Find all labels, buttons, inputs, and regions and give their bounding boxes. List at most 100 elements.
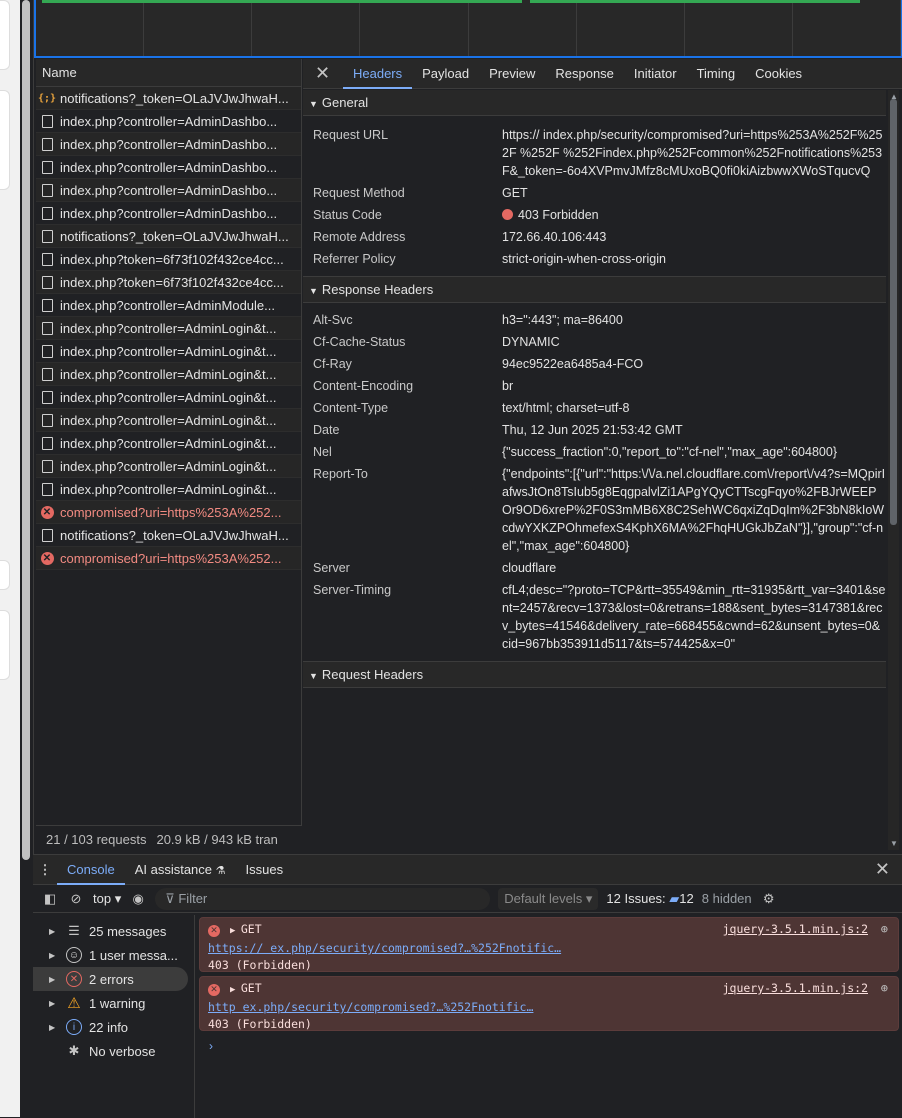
request-row[interactable]: index.php?token=6f73f102f432ce4cc...: [36, 271, 301, 294]
request-row[interactable]: index.php?controller=AdminLogin&t...: [36, 478, 301, 501]
scroll-down-icon[interactable]: ▼: [890, 839, 898, 848]
sidebar-item[interactable]: ▶ ☺ 1 user messa...: [33, 943, 194, 967]
request-row[interactable]: index.php?controller=AdminLogin&t...: [36, 340, 301, 363]
document-icon: [40, 183, 54, 197]
document-icon: [40, 528, 54, 542]
request-row[interactable]: ✕ compromised?uri=https%253A%252...: [36, 547, 301, 570]
document-icon: [40, 137, 54, 151]
chevron-right-icon: ▶: [49, 950, 56, 960]
console-tabs: ⋮ Console AI assistance ⚗ Issues ✕: [33, 855, 902, 885]
request-row[interactable]: index.php?controller=AdminDashbo...: [36, 202, 301, 225]
page-background: [0, 0, 30, 1117]
request-row[interactable]: index.php?controller=AdminDashbo...: [36, 179, 301, 202]
log-levels-dropdown[interactable]: Default levels ▾: [498, 887, 599, 910]
general-section-header[interactable]: ▼ General: [303, 90, 886, 116]
tab-preview[interactable]: Preview: [479, 59, 545, 89]
sidebar-item-label: 2 errors: [89, 971, 134, 987]
header-row: Content-Encoding br: [303, 375, 886, 397]
network-overview[interactable]: [34, 0, 902, 58]
header-row: Server cloudflare: [303, 557, 886, 579]
context-selector[interactable]: top ▾: [93, 891, 121, 907]
filter-input[interactable]: ⊽ Filter: [155, 887, 491, 910]
sidebar-item[interactable]: ▶ ✕ 2 errors: [33, 967, 188, 991]
hidden-count: 8 hidden: [701, 891, 752, 906]
request-headers-section-header[interactable]: ▼ Request Headers: [303, 662, 886, 688]
source-link[interactable]: jquery-3.5.1.min.js:2: [723, 921, 868, 938]
sidebar-item[interactable]: ✱ No verbose: [33, 1039, 194, 1063]
error-icon: ✕: [208, 925, 220, 937]
request-name: index.php?controller=AdminDashbo...: [60, 205, 278, 221]
console-prompt[interactable]: ›: [209, 1039, 213, 1053]
list-icon: ☰: [68, 923, 80, 938]
request-row[interactable]: index.php?controller=AdminLogin&t...: [36, 363, 301, 386]
request-row[interactable]: index.php?controller=AdminDashbo...: [36, 156, 301, 179]
network-globe-icon[interactable]: ⊕: [881, 921, 888, 938]
request-row[interactable]: index.php?controller=AdminLogin&t...: [36, 432, 301, 455]
close-drawer-icon[interactable]: ✕: [875, 859, 890, 880]
response-headers-section-header[interactable]: ▼ Response Headers: [303, 277, 886, 303]
header-name: Status Code: [313, 208, 382, 222]
header-name: Content-Type: [313, 401, 389, 415]
sidebar-item[interactable]: ▶ ⚠ 1 warning: [33, 991, 194, 1015]
request-url-link[interactable]: http ex.php/security/compromised?…%252Fn…: [208, 999, 858, 1016]
request-name: index.php?controller=AdminLogin&t...: [60, 458, 277, 474]
tab-headers[interactable]: Headers: [343, 59, 413, 89]
settings-gear-icon[interactable]: ⚙: [760, 891, 778, 907]
source-link[interactable]: jquery-3.5.1.min.js:2: [723, 980, 868, 997]
network-status-bar: 21 / 103 requests 20.9 kB / 943 kB tran: [36, 825, 302, 853]
live-expression-icon[interactable]: ◉: [129, 891, 147, 907]
request-row[interactable]: notifications?_token=OLaJVJwJhwaH...: [36, 225, 301, 248]
name-column-header[interactable]: Name: [36, 59, 301, 87]
request-count: 21 / 103 requests: [46, 832, 147, 847]
request-detail-panel: ✕ Headers Payload Preview Response Initiator…: [303, 59, 902, 854]
expand-triangle-icon[interactable]: ▶: [230, 926, 241, 936]
request-name: index.php?controller=AdminLogin&t...: [60, 412, 277, 428]
tab-response[interactable]: Response: [545, 59, 624, 89]
network-globe-icon[interactable]: ⊕: [881, 980, 888, 997]
request-row[interactable]: ✕ compromised?uri=https%253A%252...: [36, 501, 301, 524]
request-method: GET: [240, 981, 262, 995]
sidebar-item[interactable]: ▶ ☰ 25 messages: [33, 919, 194, 943]
console-messages: ✕ ▶ GET jquery-3.5.1.min.js:2 ⊕ https:// ex.…: [199, 917, 899, 1035]
request-row[interactable]: notifications?_token=OLaJVJwJhwaH...: [36, 524, 301, 547]
sidebar-toggle-icon[interactable]: ◧: [41, 891, 59, 907]
tab-console[interactable]: Console: [57, 855, 125, 885]
request-row[interactable]: index.php?controller=AdminLogin&t...: [36, 455, 301, 478]
header-row: Cf-Ray 94ec9522ea6485a4-FCO: [303, 353, 886, 375]
request-row[interactable]: index.php?controller=AdminModule...: [36, 294, 301, 317]
message-icon: ▰: [669, 890, 680, 906]
document-icon: [40, 114, 54, 128]
header-row: Referrer Policy strict-origin-when-cross-…: [303, 248, 886, 270]
page-scrollbar[interactable]: [22, 0, 30, 860]
request-row[interactable]: index.php?controller=AdminLogin&t...: [36, 409, 301, 432]
sidebar-item[interactable]: ▶ i 22 info: [33, 1015, 194, 1039]
tab-ai-assistance[interactable]: AI assistance ⚗: [125, 855, 236, 885]
close-icon[interactable]: ✕: [315, 63, 330, 84]
request-row[interactable]: index.php?token=6f73f102f432ce4cc...: [36, 248, 301, 271]
request-row[interactable]: index.php?controller=AdminLogin&t...: [36, 317, 301, 340]
request-row[interactable]: {;} notifications?_token=OLaJVJwJhwaH...: [36, 87, 301, 110]
detail-tabs: ✕ Headers Payload Preview Response Initiator…: [303, 59, 902, 89]
tab-payload[interactable]: Payload: [412, 59, 479, 89]
tab-initiator[interactable]: Initiator: [624, 59, 687, 89]
request-row[interactable]: index.php?controller=AdminDashbo...: [36, 133, 301, 156]
header-value: 403 Forbidden: [502, 206, 886, 224]
document-icon: [40, 367, 54, 381]
more-menu-icon[interactable]: ⋮: [33, 862, 57, 878]
tab-issues[interactable]: Issues: [236, 855, 294, 885]
sidebar-item-label: 25 messages: [89, 923, 167, 939]
header-name: Report-To: [313, 467, 368, 481]
detail-scrollbar[interactable]: [890, 99, 897, 525]
expand-triangle-icon[interactable]: ▶: [230, 985, 241, 995]
document-icon: [40, 206, 54, 220]
header-name: Server: [313, 561, 350, 575]
clear-console-icon[interactable]: ⊘: [67, 891, 85, 907]
issues-counter[interactable]: 12 Issues: ▰12: [606, 891, 693, 907]
tab-cookies[interactable]: Cookies: [745, 59, 812, 89]
header-name: Request Method: [313, 186, 405, 200]
header-name: Content-Encoding: [313, 379, 414, 393]
tab-timing[interactable]: Timing: [687, 59, 746, 89]
request-row[interactable]: index.php?controller=AdminLogin&t...: [36, 386, 301, 409]
request-row[interactable]: index.php?controller=AdminDashbo...: [36, 110, 301, 133]
request-url-link[interactable]: https:// ex.php/security/compromised?…%2…: [208, 940, 858, 957]
